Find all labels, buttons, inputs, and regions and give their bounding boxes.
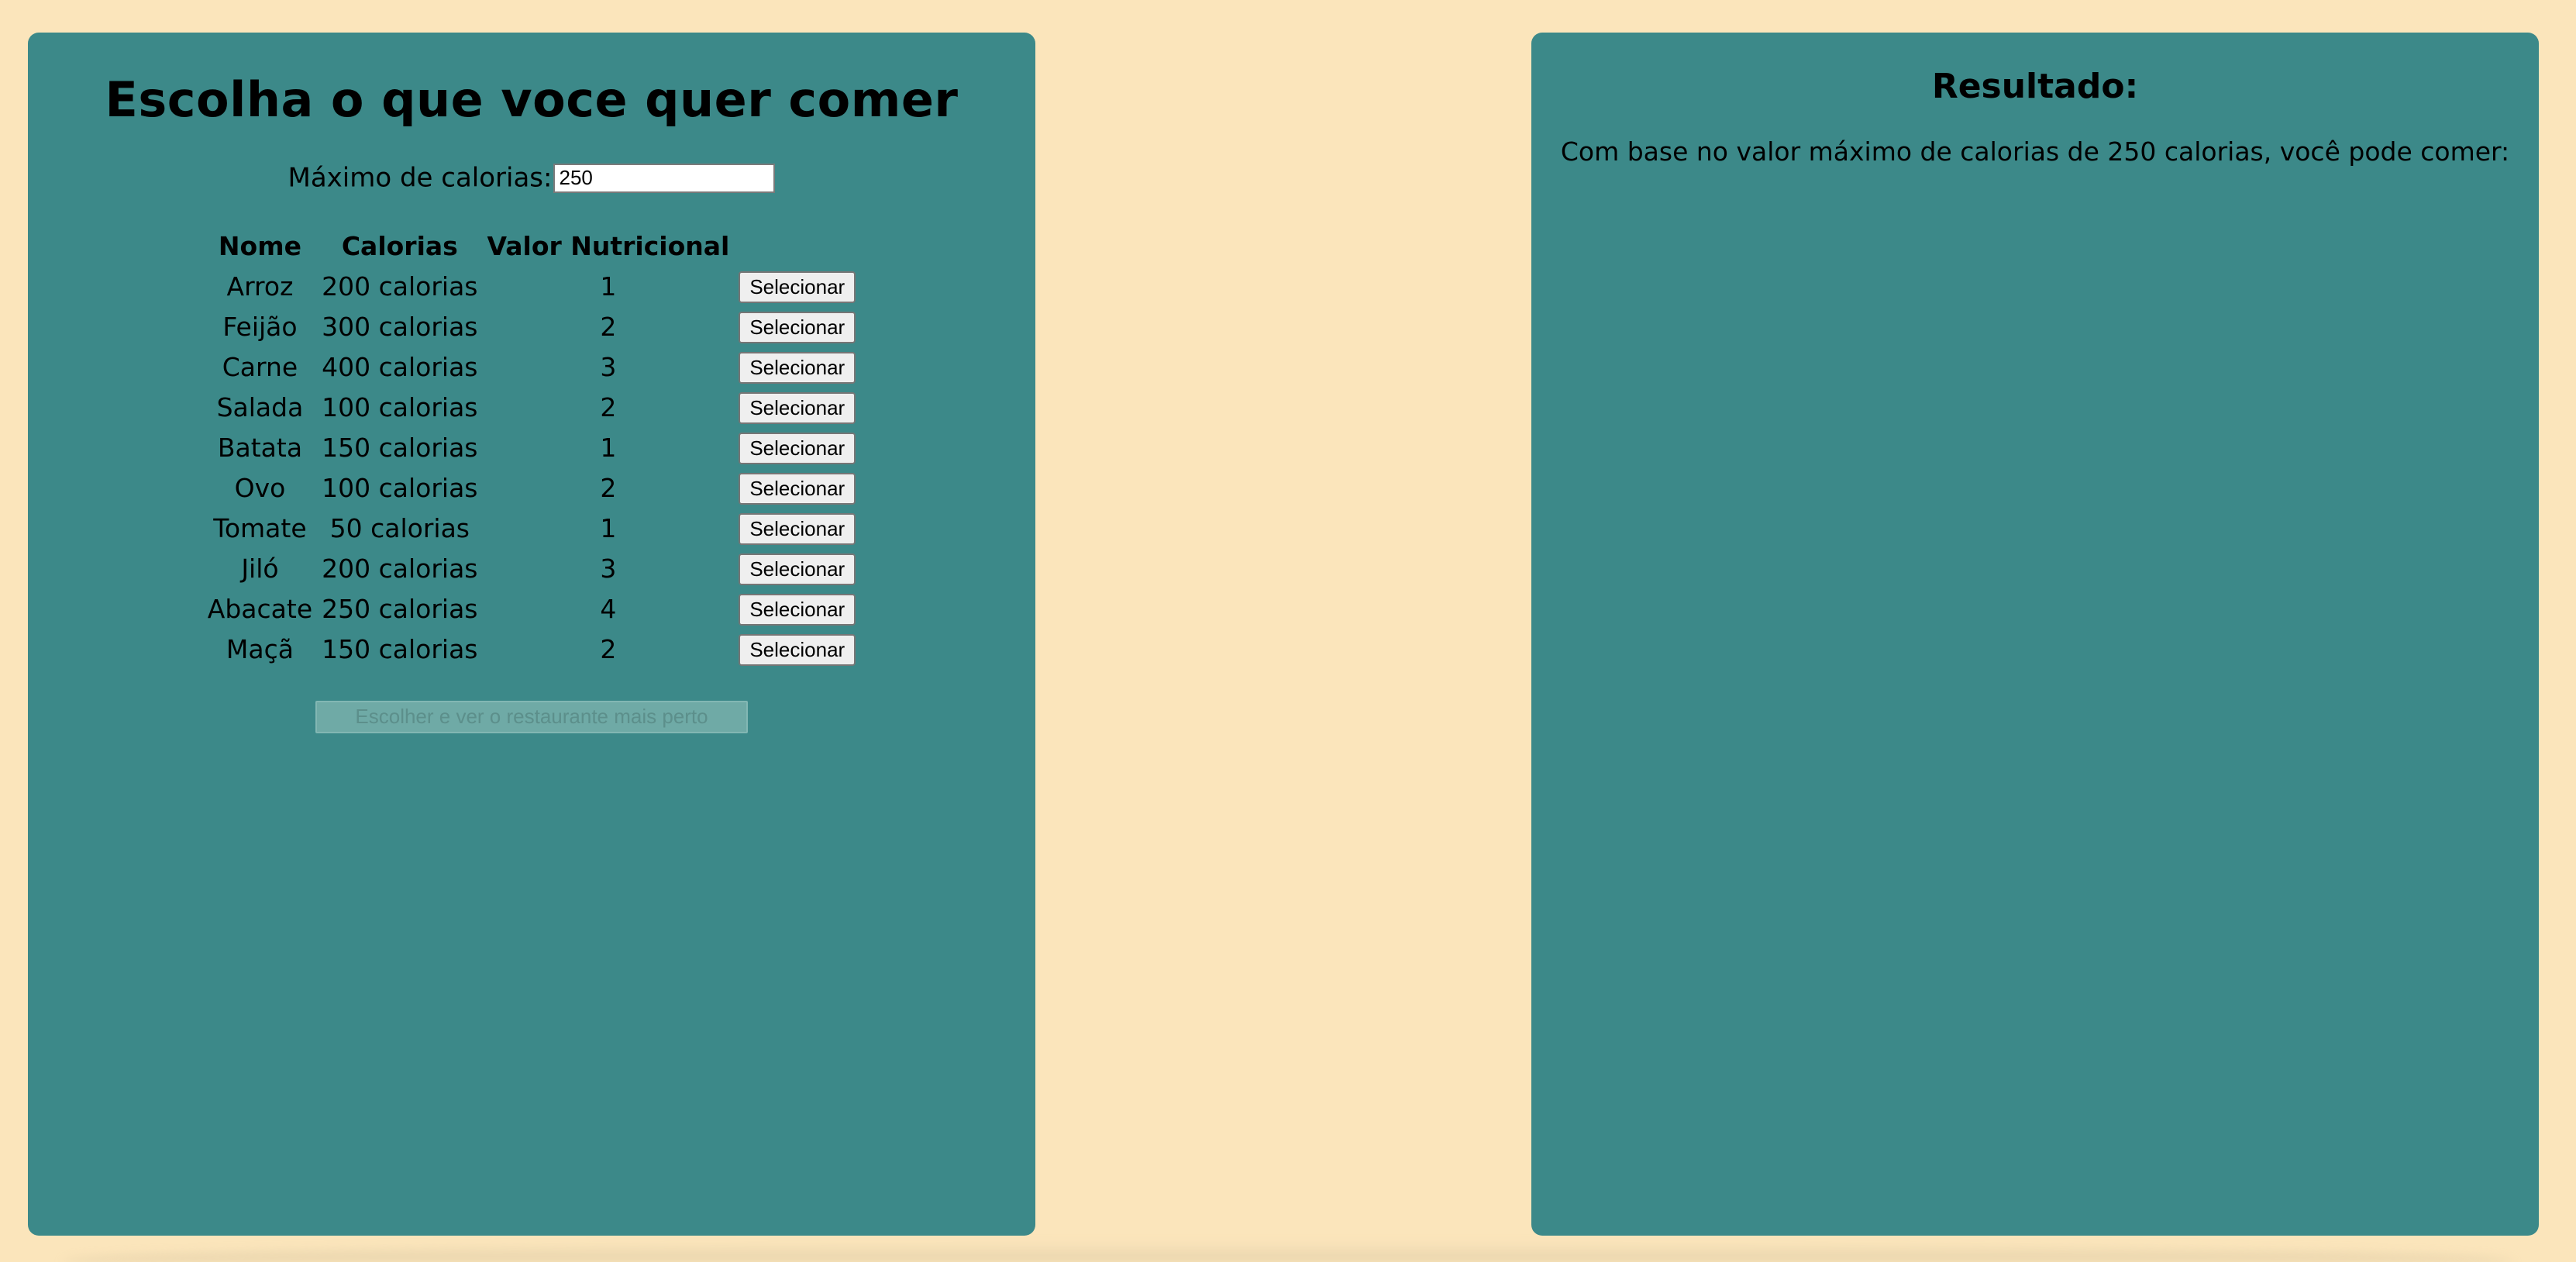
max-calories-input[interactable] xyxy=(553,163,776,193)
choose-restaurant-button[interactable]: Escolher e ver o restaurante mais perto xyxy=(315,700,748,733)
food-nutrition: 1 xyxy=(600,433,617,464)
select-button[interactable]: Selecionar xyxy=(739,433,856,465)
column-header-name: Nome xyxy=(218,231,301,262)
food-calories: 50 calorias xyxy=(329,513,470,544)
food-name: Ovo xyxy=(234,473,286,504)
select-button[interactable]: Selecionar xyxy=(739,513,856,546)
food-nutrition: 2 xyxy=(600,312,617,343)
table-header-row: Nome Calorias Valor Nutricional xyxy=(203,226,860,267)
page-bottom-shadow xyxy=(62,1242,2514,1262)
food-table: Nome Calorias Valor Nutricional Arroz 20… xyxy=(203,226,860,670)
table-row: Salada 100 calorias 2 Selecionar xyxy=(203,388,860,428)
food-calories: 150 calorias xyxy=(322,433,478,464)
result-panel: Resultado: Com base no valor máximo de c… xyxy=(1531,33,2539,1236)
food-name: Carne xyxy=(222,352,298,383)
table-row: Jiló 200 calorias 3 Selecionar xyxy=(203,549,860,589)
table-row: Tomate 50 calorias 1 Selecionar xyxy=(203,509,860,549)
food-name: Batata xyxy=(217,433,303,464)
food-calories: 200 calorias xyxy=(322,553,478,584)
food-nutrition: 2 xyxy=(600,634,617,665)
food-calories: 100 calorias xyxy=(322,392,478,423)
food-calories: 400 calorias xyxy=(322,352,478,383)
food-calories: 300 calorias xyxy=(322,312,478,343)
select-button[interactable]: Selecionar xyxy=(739,271,856,304)
food-nutrition: 2 xyxy=(600,473,617,504)
food-name: Salada xyxy=(216,392,304,423)
select-button[interactable]: Selecionar xyxy=(739,594,856,626)
table-row: Maçã 150 calorias 2 Selecionar xyxy=(203,629,860,670)
table-row: Batata 150 calorias 1 Selecionar xyxy=(203,428,860,468)
food-nutrition: 3 xyxy=(600,553,617,584)
table-row: Carne 400 calorias 3 Selecionar xyxy=(203,347,860,388)
food-nutrition: 1 xyxy=(600,271,617,302)
food-name: Arroz xyxy=(226,271,294,302)
max-calories-row: Máximo de calorias: xyxy=(28,160,1035,195)
choose-button-container: Escolher e ver o restaurante mais perto xyxy=(28,700,1035,733)
food-name: Tomate xyxy=(213,513,307,544)
table-row: Abacate 250 calorias 4 Selecionar xyxy=(203,589,860,629)
column-header-action xyxy=(734,226,860,267)
result-title: Resultado: xyxy=(1931,67,2139,106)
table-row: Feijão 300 calorias 2 Selecionar xyxy=(203,307,860,347)
table-row: Ovo 100 calorias 2 Selecionar xyxy=(203,468,860,509)
food-name: Maçã xyxy=(226,634,294,665)
food-name: Jiló xyxy=(241,553,279,584)
column-header-calories: Calorias xyxy=(341,231,458,262)
food-nutrition: 3 xyxy=(600,352,617,383)
food-name: Abacate xyxy=(207,594,313,625)
page-title: Escolha o que voce quer comer xyxy=(105,71,959,128)
select-button[interactable]: Selecionar xyxy=(739,392,856,425)
food-nutrition: 2 xyxy=(600,392,617,423)
result-text: Com base no valor máximo de calorias de … xyxy=(1560,136,2510,167)
select-button[interactable]: Selecionar xyxy=(739,553,856,586)
table-row: Arroz 200 calorias 1 Selecionar xyxy=(203,267,860,307)
select-button[interactable]: Selecionar xyxy=(739,634,856,667)
food-calories: 200 calorias xyxy=(322,271,478,302)
food-name: Feijão xyxy=(222,312,298,343)
select-button[interactable]: Selecionar xyxy=(739,473,856,505)
select-button[interactable]: Selecionar xyxy=(739,312,856,344)
food-calories: 100 calorias xyxy=(322,473,478,504)
column-header-nutrition: Valor Nutricional xyxy=(487,231,730,262)
food-calories: 150 calorias xyxy=(322,634,478,665)
food-calories: 250 calorias xyxy=(322,594,478,625)
food-selection-panel: Escolha o que voce quer comer Máximo de … xyxy=(28,33,1035,1236)
food-nutrition: 4 xyxy=(600,594,617,625)
food-nutrition: 1 xyxy=(600,513,617,544)
max-calories-label: Máximo de calorias: xyxy=(288,162,553,194)
select-button[interactable]: Selecionar xyxy=(739,352,856,384)
